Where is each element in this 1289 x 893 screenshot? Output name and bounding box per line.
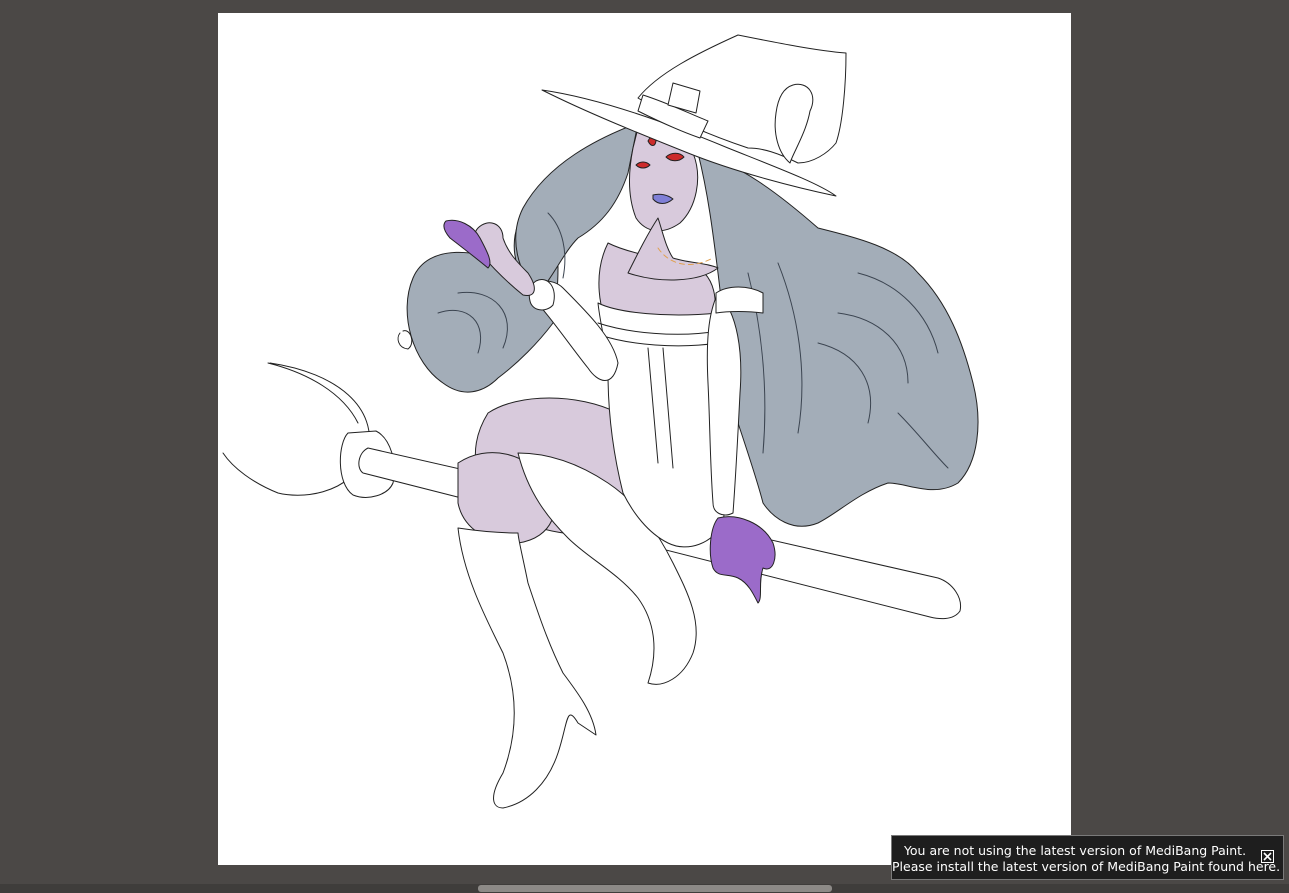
hair-right <box>697 152 979 527</box>
notification-message[interactable]: You are not using the latest version of … <box>892 843 1280 875</box>
arm-right <box>706 292 742 516</box>
update-notification[interactable]: You are not using the latest version of … <box>891 835 1284 880</box>
horizontal-scrollbar[interactable] <box>0 884 1289 893</box>
cuff <box>715 286 764 314</box>
drawing-canvas[interactable] <box>218 13 1071 865</box>
canvas-workspace[interactable] <box>0 0 1289 884</box>
witch-illustration <box>222 34 979 809</box>
tail <box>397 330 413 350</box>
notification-line-1: You are not using the latest version of … <box>903 843 1247 858</box>
notification-line-2[interactable]: Please install the latest version of Med… <box>892 859 1280 875</box>
horizontal-scrollbar-thumb[interactable] <box>478 885 832 892</box>
eye-right <box>665 152 685 162</box>
close-icon[interactable] <box>1261 850 1274 863</box>
boot-left <box>457 527 597 809</box>
hand-right <box>709 516 776 604</box>
eye-left <box>635 161 651 169</box>
